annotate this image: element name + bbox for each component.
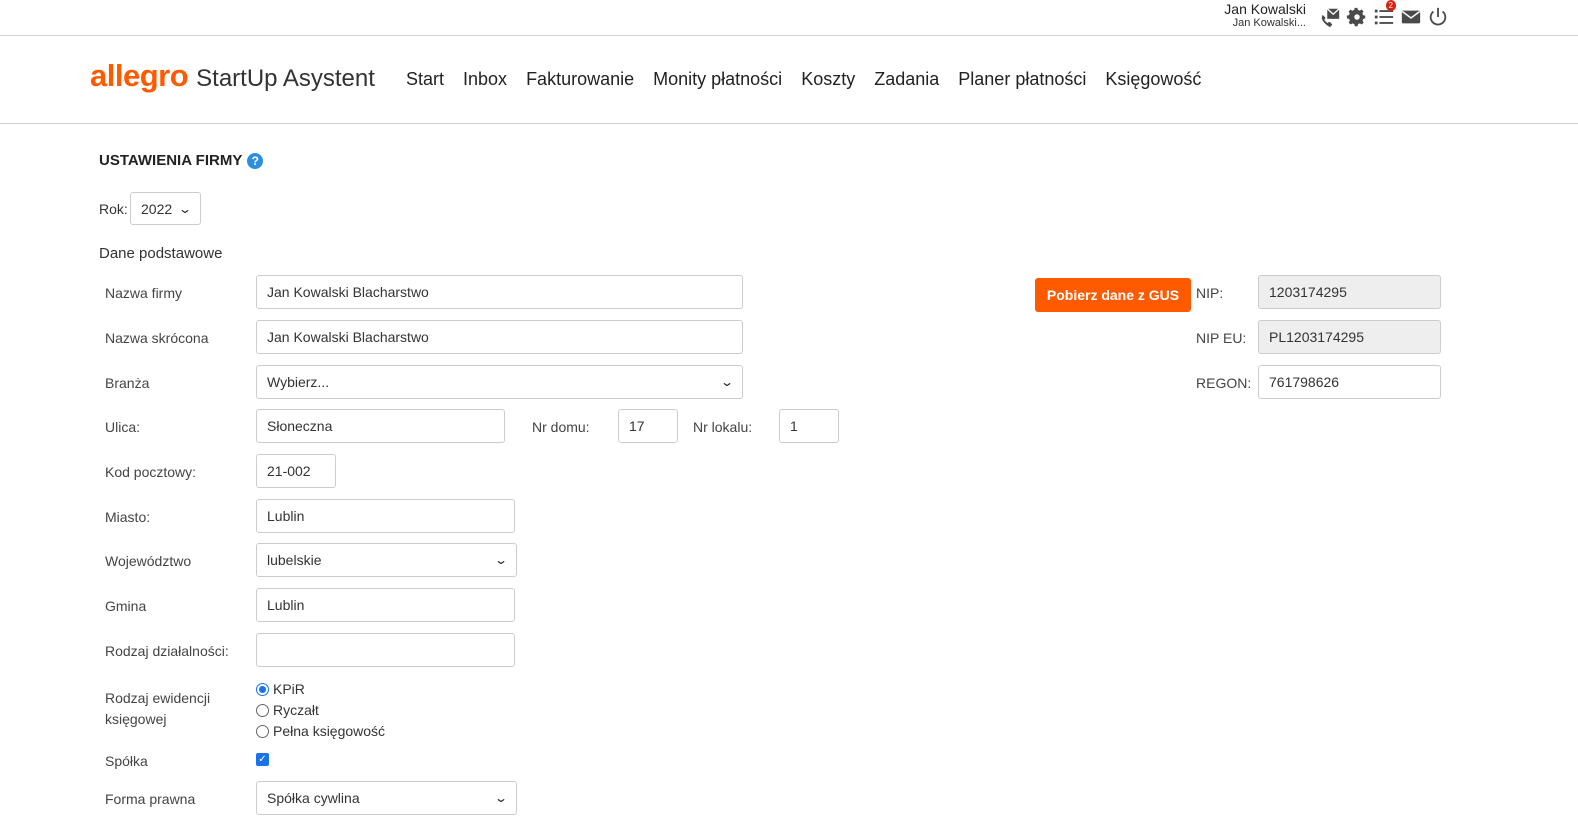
- help-icon[interactable]: ?: [247, 152, 264, 169]
- nip-eu-input[interactable]: PL1203174295: [1258, 320, 1441, 354]
- commune-input[interactable]: Lublin: [256, 588, 515, 622]
- company-checkbox-label: Spółka: [105, 753, 148, 769]
- nip-input[interactable]: 1203174295: [1258, 275, 1441, 309]
- industry-label: Branża: [105, 375, 150, 391]
- nip-eu-label: NIP EU:: [1196, 330, 1247, 346]
- nav-start[interactable]: Start: [406, 69, 444, 90]
- year-label: Rok:: [99, 201, 128, 217]
- task-list-icon[interactable]: 2: [1372, 0, 1396, 28]
- voivodeship-label: Województwo: [105, 553, 192, 569]
- chevron-down-icon: ⌄: [719, 375, 735, 389]
- top-bar: Jan Kowalski Jan Kowalski... 2: [0, 0, 1578, 36]
- year-select-value: 2022: [141, 200, 173, 217]
- radio-full-accounting-control[interactable]: [256, 724, 269, 738]
- chevron-down-icon: ⌄: [493, 553, 509, 567]
- postal-code-label: Kod pocztowy:: [105, 464, 197, 480]
- radio-full-accounting[interactable]: Pełna księgowość: [256, 723, 385, 739]
- power-icon[interactable]: [1426, 5, 1449, 28]
- voivodeship-select-value: lubelskie: [267, 552, 322, 568]
- nip-label: NIP:: [1196, 285, 1224, 301]
- section-title: Dane podstawowe: [99, 245, 223, 262]
- company-name-input[interactable]: Jan Kowalski Blacharstwo: [256, 275, 743, 309]
- accounting-type-label-line1: Rodzaj ewidencji: [105, 690, 211, 706]
- company-name-label: Nazwa firmy: [105, 285, 183, 301]
- activity-type-input[interactable]: [256, 633, 515, 667]
- house-no-input[interactable]: 17: [618, 409, 678, 443]
- nav-tasks[interactable]: Zadania: [874, 69, 939, 90]
- street-input[interactable]: Słoneczna: [256, 409, 505, 443]
- activity-type-label: Rodzaj działalności:: [105, 643, 229, 659]
- city-label: Miasto:: [105, 509, 151, 525]
- task-count-badge: 2: [1385, 0, 1396, 11]
- phone-mail-icon[interactable]: [1318, 5, 1341, 28]
- allegro-logo[interactable]: allegro StartUp Asystent: [90, 58, 375, 94]
- legal-form-select[interactable]: Spółka cywlina ⌄: [256, 781, 517, 815]
- city-input[interactable]: Lublin: [256, 499, 515, 533]
- user-info[interactable]: Jan Kowalski Jan Kowalski...: [1190, 1, 1306, 30]
- logo-suffix: StartUp Asystent: [196, 65, 375, 92]
- user-name: Jan Kowalski: [1224, 1, 1306, 17]
- radio-ryczalt-control[interactable]: [256, 703, 269, 717]
- radio-ryczalt-label: Ryczałt: [273, 702, 319, 718]
- radio-kpir-label: KPiR: [273, 681, 305, 697]
- logo-brand: allegro: [90, 58, 189, 93]
- nav-accounting[interactable]: Księgowość: [1105, 69, 1201, 90]
- nav-costs[interactable]: Koszty: [801, 69, 855, 90]
- top-icons: 2: [1318, 0, 1449, 28]
- page-title-text: USTAWIENIA FIRMY: [99, 152, 243, 169]
- legal-form-label: Forma prawna: [105, 791, 196, 807]
- mail-icon[interactable]: [1399, 5, 1422, 28]
- main-nav: Start Inbox Fakturowanie Monity płatnośc…: [406, 69, 1220, 90]
- radio-ryczalt[interactable]: Ryczałt: [256, 702, 319, 718]
- nav-payment-planner[interactable]: Planer płatności: [958, 69, 1086, 90]
- radio-kpir-control[interactable]: [256, 682, 269, 696]
- accounting-type-label-line2: księgowej: [105, 711, 167, 727]
- flat-no-input[interactable]: 1: [779, 409, 839, 443]
- page-title: USTAWIENIA FIRMY ?: [99, 152, 264, 169]
- short-name-label: Nazwa skrócona: [105, 330, 209, 346]
- street-label: Ulica:: [105, 419, 141, 435]
- flat-no-label: Nr lokalu:: [693, 419, 753, 435]
- nav-invoicing[interactable]: Fakturowanie: [526, 69, 634, 90]
- regon-label: REGON:: [1196, 375, 1252, 391]
- year-select[interactable]: 2022 ⌄: [130, 192, 201, 225]
- nav-payment-reminders[interactable]: Monity płatności: [653, 69, 782, 90]
- fetch-gus-button[interactable]: Pobierz dane z GUS: [1035, 278, 1191, 312]
- voivodeship-select[interactable]: lubelskie ⌄: [256, 543, 517, 577]
- gear-icon[interactable]: [1345, 5, 1368, 28]
- nav-inbox[interactable]: Inbox: [463, 69, 507, 90]
- commune-label: Gmina: [105, 598, 147, 614]
- radio-full-accounting-label: Pełna księgowość: [273, 723, 386, 739]
- chevron-down-icon: ⌄: [177, 201, 193, 216]
- radio-kpir[interactable]: KPiR: [256, 681, 305, 697]
- industry-select-value: Wybierz...: [267, 374, 330, 390]
- postal-code-input[interactable]: 21-002: [256, 454, 336, 488]
- industry-select[interactable]: Wybierz... ⌄: [256, 365, 743, 399]
- short-name-input[interactable]: Jan Kowalski Blacharstwo: [256, 320, 743, 354]
- regon-input[interactable]: 761798626: [1258, 365, 1441, 399]
- company-checkbox[interactable]: ✓: [256, 753, 269, 766]
- main-navbar: allegro StartUp Asystent Start Inbox Fak…: [0, 36, 1578, 124]
- legal-form-select-value: Spółka cywlina: [267, 790, 360, 806]
- chevron-down-icon: ⌄: [493, 791, 509, 805]
- user-subtitle: Jan Kowalski...: [1232, 17, 1306, 30]
- house-no-label: Nr domu:: [532, 419, 590, 435]
